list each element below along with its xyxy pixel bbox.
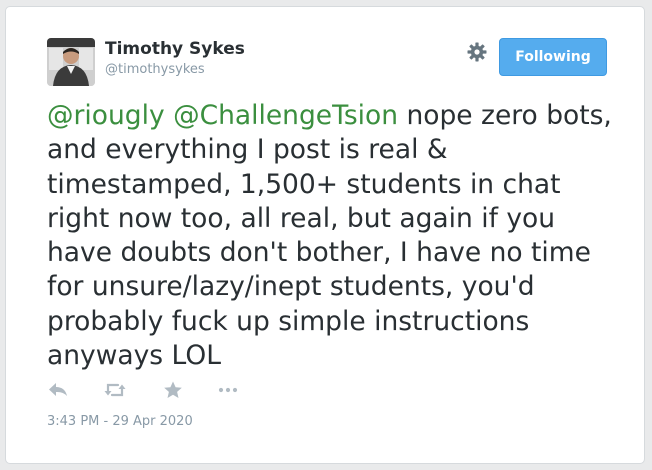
tweet-text-segment	[165, 100, 173, 131]
reply-icon[interactable]	[46, 379, 70, 401]
tweet-text-body: nope zero bots, and everything I post is…	[47, 100, 612, 372]
author-handle[interactable]: @timothysykes	[105, 62, 205, 77]
tweet-timestamp[interactable]: 3:43 PM - 29 Apr 2020	[47, 414, 193, 429]
retweet-icon[interactable]	[103, 379, 127, 401]
mention-link[interactable]: @ChallengeTsion	[173, 100, 398, 131]
mention-link[interactable]: @riougly	[47, 100, 165, 131]
avatar[interactable]	[47, 38, 95, 86]
tweet-card: Timothy Sykes @timothysykes Following @r…	[5, 6, 645, 464]
author-name[interactable]: Timothy Sykes	[105, 39, 245, 59]
following-button[interactable]: Following	[499, 38, 607, 76]
gear-icon[interactable]	[466, 41, 488, 63]
more-icon[interactable]	[216, 379, 240, 401]
tweet-text: @riougly @ChallengeTsion nope zero bots,…	[47, 99, 617, 373]
star-icon[interactable]	[161, 379, 185, 401]
